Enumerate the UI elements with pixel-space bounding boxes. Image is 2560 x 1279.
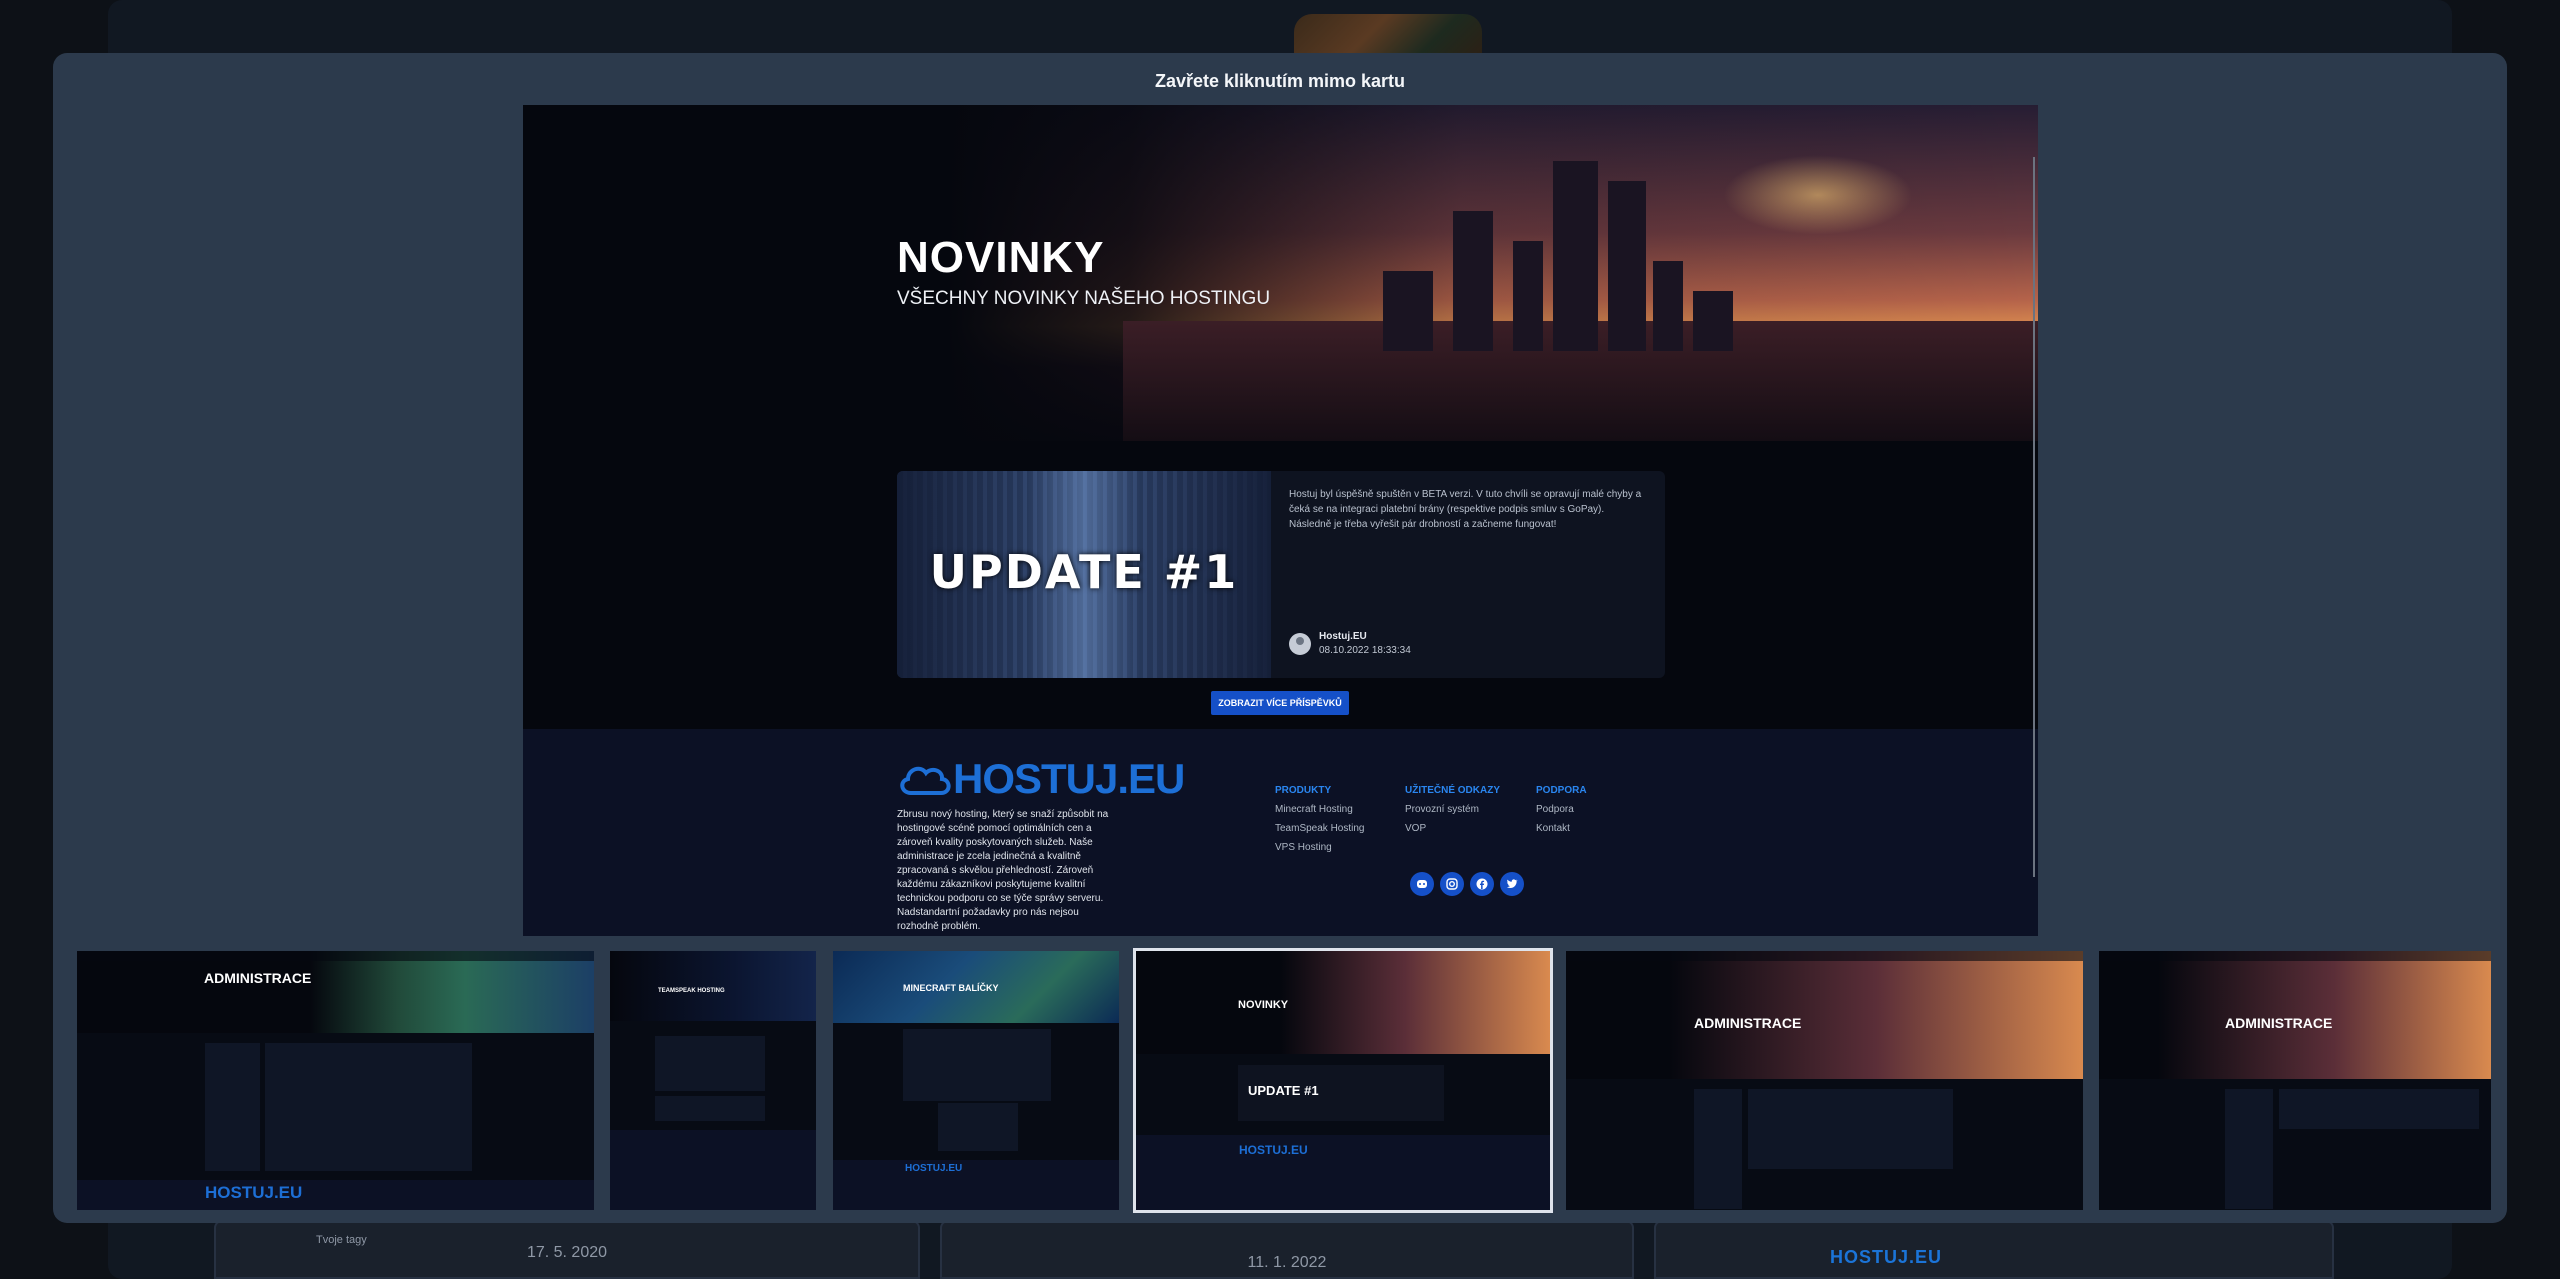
footer-column-products: PRODUKTY Minecraft Hosting TeamSpeak Hos…: [1275, 785, 1365, 861]
skyscraper: [1553, 161, 1598, 351]
post-image-label: UPDATE #1: [929, 545, 1239, 599]
thumbnail-logo: HOSTUJ.EU: [1239, 1143, 1308, 1157]
sunset-glow: [1723, 155, 1913, 235]
background-project-card: Tvoje tagy 17. 5. 2020: [214, 1220, 920, 1279]
skyscraper: [1453, 211, 1493, 351]
background-project-card: 11. 1. 2022: [940, 1220, 1634, 1279]
skyscraper: [1653, 261, 1683, 351]
hero-title: NOVINKY: [897, 233, 1105, 282]
gallery-thumbnail[interactable]: ADMINISTRACE: [1566, 951, 2083, 1210]
thumbnail-title: TEAMSPEAK HOSTING: [658, 988, 725, 994]
footer-column-support: PODPORA Podpora Kontakt: [1536, 785, 1587, 842]
post-image: UPDATE #1: [897, 471, 1271, 678]
thumbnail-image-label: UPDATE #1: [1248, 1083, 1319, 1098]
facebook-icon: [1470, 872, 1494, 896]
thumbnail-title: MINECRAFT BALÍČKY: [903, 983, 999, 993]
footer-link: Podpora: [1536, 804, 1574, 815]
skyscraper: [1693, 291, 1733, 351]
gallery-thumbnail[interactable]: MINECRAFT BALÍČKY HOSTUJ.EU: [833, 951, 1119, 1210]
skyscraper: [1608, 181, 1646, 351]
footer-link: TeamSpeak Hosting: [1275, 823, 1365, 834]
twitter-icon: [1500, 872, 1524, 896]
footer-column-useful-links: UŽITEČNÉ ODKAZY Provozní systém VOP: [1405, 785, 1500, 842]
background-logo: HOSTUJ.EU: [1830, 1247, 1943, 1267]
footer-column-title: PODPORA: [1536, 785, 1587, 796]
cloud-icon: [900, 766, 951, 795]
hero-subtitle: VŠECHNY NOVINKY NAŠEHO HOSTINGU: [897, 288, 1271, 309]
discord-icon: [1410, 872, 1434, 896]
footer-logo: HOSTUJ.EU: [897, 755, 1185, 802]
hero-banner: NOVINKY VŠECHNY NOVINKY NAŠEHO HOSTINGU: [523, 105, 2038, 441]
footer-link: VOP: [1405, 823, 1427, 834]
skyscraper: [1513, 241, 1543, 351]
skyscraper: [1383, 271, 1433, 351]
post-author: Hostuj.EU: [1319, 631, 1367, 642]
thumbnail-title: NOVINKY: [1238, 999, 1289, 1011]
project-date: 11. 1. 2022: [1247, 1254, 1327, 1271]
main-screenshot: NOVINKY VŠECHNY NOVINKY NAŠEHO HOSTINGU …: [523, 105, 2038, 936]
thumbnail-logo: HOSTUJ.EU: [205, 1183, 303, 1202]
thumbnail-title: ADMINISTRACE: [2225, 1015, 2333, 1031]
close-hint: Zavřete kliknutím mimo kartu: [1154, 71, 1406, 91]
footer-link: Minecraft Hosting: [1275, 804, 1353, 815]
gallery-thumbnail-active[interactable]: NOVINKY UPDATE #1 HOSTUJ.EU: [1133, 948, 1553, 1213]
post-text: Hostuj byl úspěšně spuštěn v BETA verzi.…: [1289, 489, 1642, 530]
social-icons: [1410, 872, 1524, 896]
gallery-thumbnail[interactable]: ADMINISTRACE: [2099, 951, 2491, 1210]
post-date: 08.10.2022 18:33:34: [1319, 645, 1411, 656]
scrollbar: [2033, 157, 2035, 877]
thumbnail-title: ADMINISTRACE: [204, 970, 312, 986]
image-lightbox-modal[interactable]: Zavřete kliknutím mimo kartu NOVINKY VŠE…: [53, 53, 2507, 1223]
author-avatar: [1289, 633, 1311, 655]
thumbnail-logo: HOSTUJ.EU: [905, 1163, 963, 1174]
logo-text: HOSTUJ.EU: [953, 755, 1185, 802]
site-footer: HOSTUJ.EU Zbrusu nový hosting, který se …: [523, 729, 2038, 936]
background-project-card: [1654, 1220, 2334, 1279]
footer-link: Kontakt: [1536, 823, 1570, 834]
project-date: 17. 5. 2020: [526, 1244, 608, 1261]
footer-link: Provozní systém: [1405, 804, 1479, 815]
footer-column-title: UŽITEČNÉ ODKAZY: [1405, 785, 1500, 796]
gallery-thumbnail[interactable]: TEAMSPEAK HOSTING: [610, 951, 816, 1210]
footer-description: Zbrusu nový hosting, který se snaží způs…: [897, 809, 1109, 932]
gallery-thumbnail[interactable]: ADMINISTRACE HOSTUJ.EU: [77, 951, 594, 1210]
news-post-card: UPDATE #1 Hostuj byl úspěšně spuštěn v B…: [897, 471, 1665, 678]
footer-column-title: PRODUKTY: [1275, 785, 1332, 796]
show-more-posts-button: ZOBRAZIT VÍCE PŘÍSPĚVKŮ: [1211, 691, 1349, 715]
instagram-icon: [1440, 872, 1464, 896]
thumbnail-title: ADMINISTRACE: [1694, 1015, 1802, 1031]
footer-link: VPS Hosting: [1275, 842, 1332, 853]
